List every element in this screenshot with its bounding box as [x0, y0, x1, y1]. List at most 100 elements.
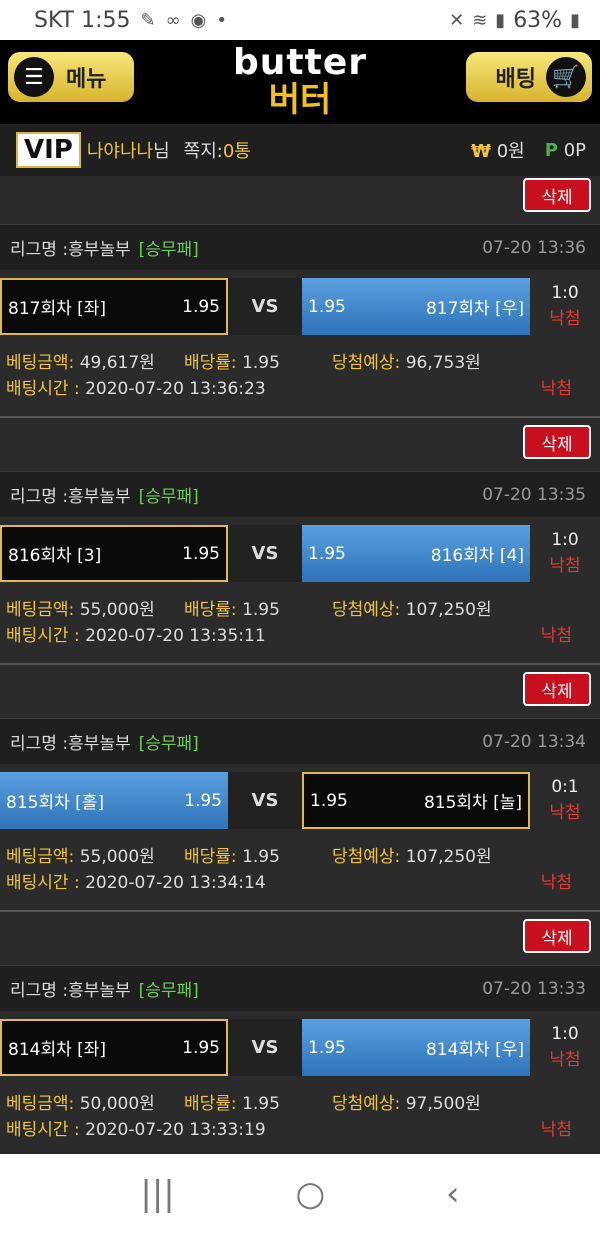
away-odds: 1.95 [308, 1037, 346, 1058]
menu-icon: ☰ [14, 57, 54, 97]
home-odds: 1.95 [182, 543, 220, 564]
home-team-name: 816회차 [3] [8, 546, 102, 566]
home-icon[interactable]: ○ [296, 1174, 326, 1214]
home-team-name: 814회차 [좌] [8, 1040, 107, 1060]
final-result: 낙첨 [540, 1120, 572, 1140]
bet-amount-row: 베팅금액: 55,000원 배당률: 1.95 당첨예상: 107,250원 [6, 595, 596, 620]
rate-value: 1.95 [242, 600, 280, 620]
point-icon: P [544, 139, 558, 161]
away-odds: 1.95 [308, 543, 346, 564]
away-team[interactable]: 1.95 816회차 [4] [302, 525, 530, 582]
league-prefix: 리그명 : [10, 981, 69, 1001]
league-prefix: 리그명 : [10, 240, 69, 260]
league-name: 흥부놀부 [68, 240, 131, 260]
menu-label: 메뉴 [66, 67, 107, 92]
result-status: 낙첨 [549, 803, 581, 823]
bet-amount-row: 베팅금액: 50,000원 배당률: 1.95 당첨예상: 97,500원 [6, 1089, 596, 1114]
user-nickname: 나야나나 [86, 141, 154, 162]
app-header: ☰ 메뉴 butter 버터 배팅 🛒 [0, 40, 600, 124]
home-team-selected[interactable]: 816회차 [3] 1.95 [0, 525, 228, 582]
home-team[interactable]: 815회차 [홀] 1.95 [0, 772, 228, 829]
back-icon[interactable]: ‹ [446, 1174, 460, 1214]
wifi-icon: ≋ [472, 9, 488, 31]
amount-label: 베팅금액: [6, 600, 75, 620]
recent-apps-icon[interactable]: ||| [140, 1174, 174, 1214]
away-team-name: 816회차 [4] [430, 546, 524, 566]
match-row: 816회차 [3] 1.95 VS 1.95 816회차 [4] 1:0 낙첨 [0, 523, 600, 583]
rate-label: 배당률: [184, 1094, 237, 1114]
bet-time-label: 배팅시간 : [6, 873, 86, 893]
logo[interactable]: butter 버터 [225, 44, 375, 120]
match-result: 1:0 낙첨 [530, 1017, 600, 1077]
user-info-bar: VIP 나야나나 님 쪽지:0통 ₩ 0원 P 0P [0, 124, 600, 176]
away-team[interactable]: 1.95 817회차 [우] [302, 278, 530, 335]
mute-icon: ✕ [449, 9, 465, 31]
match-date: 07-20 13:35 [482, 484, 586, 505]
bet-time-row: 배팅시간 : 2020-07-20 13:36:23 낙첨 [6, 374, 596, 399]
league-row: 리그명 : 흥부놀부 [승무패] 07-20 13:36 [0, 224, 600, 270]
money-info: ₩ 0원 [471, 137, 525, 163]
match-date: 07-20 13:33 [482, 978, 586, 999]
vpn-icon: ◉ [190, 9, 207, 31]
delete-button[interactable]: 삭제 [523, 425, 591, 459]
amount-value: 55,000원 [79, 600, 155, 620]
status-bar: SKT 1:55 ✎ ∞ ◉ • ✕ ≋ ▮ 63% ▮ [0, 0, 600, 40]
expected-label: 당첨예상: [332, 847, 401, 867]
message-label: 쪽지: [183, 141, 223, 162]
away-team[interactable]: 1.95 814회차 [우] [302, 1019, 530, 1076]
bet-item: 삭제 리그명 : 흥부놀부 [승무패] 07-20 13:33 814회차 [좌… [0, 917, 600, 1164]
rate-label: 배당률: [184, 353, 237, 373]
won-icon: ₩ [471, 141, 491, 162]
pill-icon: ✎ [140, 9, 156, 31]
away-team-name: 817회차 [우] [425, 299, 524, 319]
home-team-selected[interactable]: 814회차 [좌] 1.95 [0, 1019, 228, 1076]
bet-item: 삭제 리그명 : 흥부놀부 [승무패] 07-20 13:34 815회차 [홀… [0, 670, 600, 917]
rate-value: 1.95 [242, 847, 280, 867]
message-link[interactable]: 쪽지:0통 [184, 137, 251, 163]
bet-time-value: 2020-07-20 13:35:11 [85, 626, 266, 646]
expected-value: 96,753원 [405, 353, 481, 373]
vs-label: VS [228, 772, 302, 829]
rate-label: 배당률: [184, 600, 237, 620]
amount-value: 49,617원 [79, 353, 155, 373]
logo-english: butter [233, 42, 367, 83]
bet-item: 삭제 리그명 : 흥부놀부 [승무패] 07-20 13:36 817회차 [좌… [0, 176, 600, 423]
delete-button[interactable]: 삭제 [523, 672, 591, 706]
bet-time-row: 배팅시간 : 2020-07-20 13:33:19 낙첨 [6, 1115, 596, 1140]
home-odds: 1.95 [182, 1037, 220, 1058]
bet-item: 삭제 리그명 : 흥부놀부 [승무패] 07-20 13:35 816회차 [3… [0, 423, 600, 670]
cart-icon: 🛒 [546, 57, 586, 97]
user-suffix: 님 [153, 141, 170, 162]
delete-button[interactable]: 삭제 [523, 919, 591, 953]
result-status: 낙첨 [549, 309, 581, 329]
match-date: 07-20 13:36 [482, 237, 586, 258]
bet-label: 배팅 [495, 67, 536, 92]
bet-time-value: 2020-07-20 13:33:19 [85, 1120, 266, 1140]
home-team-name: 817회차 [좌] [8, 299, 107, 319]
divider [0, 910, 600, 912]
home-team-selected[interactable]: 817회차 [좌] 1.95 [0, 278, 228, 335]
score: 1:0 [551, 283, 579, 303]
menu-button[interactable]: ☰ 메뉴 [8, 52, 134, 102]
match-row: 814회차 [좌] 1.95 VS 1.95 814회차 [우] 1:0 낙첨 [0, 1017, 600, 1077]
league-prefix: 리그명 : [10, 734, 69, 754]
message-count: 0통 [222, 141, 251, 162]
score: 0:1 [551, 777, 579, 797]
betting-cart-button[interactable]: 배팅 🛒 [466, 52, 592, 102]
rate-value: 1.95 [242, 353, 280, 373]
league-row: 리그명 : 흥부놀부 [승무패] 07-20 13:34 [0, 718, 600, 764]
home-odds: 1.95 [184, 790, 222, 811]
expected-value: 97,500원 [405, 1094, 481, 1114]
away-team-selected[interactable]: 1.95 815회차 [놀] [302, 772, 530, 829]
match-result: 0:1 낙첨 [530, 770, 600, 830]
amount-label: 베팅금액: [6, 353, 75, 373]
battery-percent: 63% [513, 7, 563, 33]
league-row: 리그명 : 흥부놀부 [승무패] 07-20 13:33 [0, 965, 600, 1011]
amount-label: 베팅금액: [6, 847, 75, 867]
delete-button[interactable]: 삭제 [523, 178, 591, 212]
vs-label: VS [228, 525, 302, 582]
bet-time-row: 배팅시간 : 2020-07-20 13:34:14 낙첨 [6, 868, 596, 893]
home-odds: 1.95 [182, 296, 220, 317]
amount-label: 베팅금액: [6, 1094, 75, 1114]
vip-badge: VIP [16, 132, 81, 168]
